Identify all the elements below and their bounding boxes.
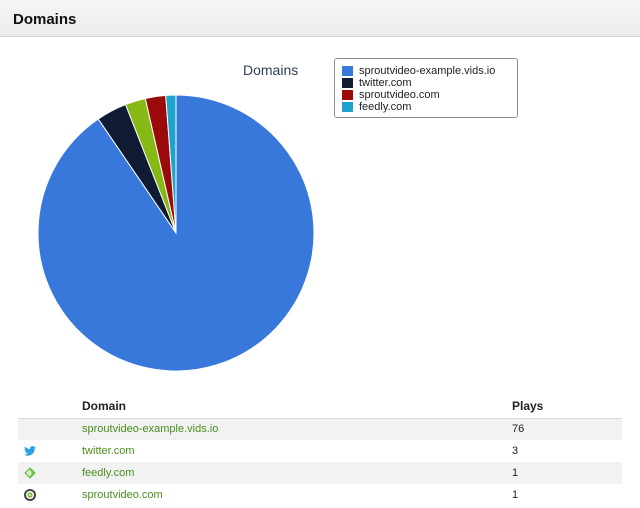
table-row: feedly.com 1 <box>18 462 622 484</box>
plays-cell: 3 <box>512 445 519 457</box>
plays-cell: 1 <box>512 489 519 501</box>
domain-link[interactable]: twitter.com <box>82 445 135 457</box>
domain-cell: feedly.com <box>82 462 512 484</box>
legend-label: feedly.com <box>359 101 412 113</box>
domain-link[interactable]: sproutvideo-example.vids.io <box>82 423 218 435</box>
legend-swatch <box>342 102 353 112</box>
legend-item[interactable]: twitter.com <box>342 77 517 89</box>
plays-cell: 1 <box>512 462 622 484</box>
domain-link[interactable]: sproutvideo.com <box>82 489 163 501</box>
pie-chart-svg <box>37 94 315 372</box>
table-row: twitter.com 3 <box>18 440 622 462</box>
domain-cell: sproutvideo.com <box>82 484 512 506</box>
legend-item[interactable]: sproutvideo.com <box>342 89 517 101</box>
legend-item[interactable]: feedly.com <box>342 101 517 113</box>
panel-title: Domains <box>13 11 77 28</box>
table-row: sproutvideo-example.vids.io 76 <box>18 418 622 440</box>
chart-legend: sproutvideo-example.vids.io twitter.com … <box>334 58 518 118</box>
legend-swatch <box>342 66 353 76</box>
table-row: sproutvideo.com 1 <box>18 484 622 506</box>
legend-label: twitter.com <box>359 77 412 89</box>
domain-cell: sproutvideo-example.vids.io <box>82 418 512 440</box>
chart-title: Domains <box>243 62 299 78</box>
legend-swatch <box>342 90 353 100</box>
twitter-icon <box>24 446 36 456</box>
feedly-icon <box>24 467 36 479</box>
legend-item[interactable]: sproutvideo-example.vids.io <box>342 65 517 77</box>
sproutvideo-icon <box>24 489 36 501</box>
domain-cell: twitter.com <box>82 440 512 462</box>
legend-label: sproutvideo-example.vids.io <box>359 65 496 77</box>
panel-header: Domains <box>0 0 640 37</box>
domain-link[interactable]: feedly.com <box>82 467 134 479</box>
domains-table: Domain Plays sproutvideo-example.vids.io… <box>18 395 622 506</box>
icon-column-header <box>18 395 82 419</box>
row-icon-cell <box>18 418 82 440</box>
table-header-row: Domain Plays <box>18 395 622 419</box>
legend-swatch <box>342 78 353 88</box>
row-icon-cell <box>18 484 82 506</box>
legend-label: sproutvideo.com <box>359 89 440 101</box>
domains-pie-chart: Domains sproutvideo-example.vids.io twit… <box>0 38 640 383</box>
row-icon-cell <box>18 462 82 484</box>
plays-cell: 76 <box>512 418 622 440</box>
domain-column-header: Domain <box>82 395 512 419</box>
plays-column-header: Plays <box>512 395 622 419</box>
row-icon-cell <box>18 440 82 462</box>
domains-panel: Domains Domains sproutvideo-example.vids… <box>0 0 640 508</box>
